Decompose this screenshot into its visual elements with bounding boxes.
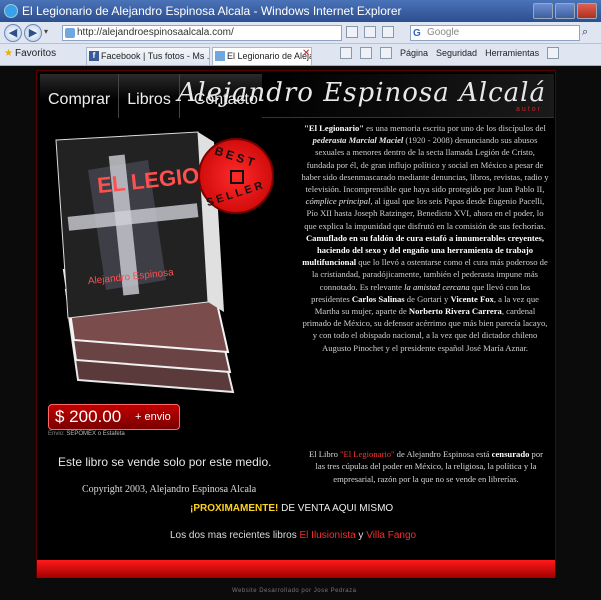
history-dropdown-icon[interactable]: ▾: [44, 27, 48, 36]
help-icon[interactable]: [547, 47, 560, 59]
page-icon: [215, 51, 225, 61]
desc-fox: Vicente Fox: [450, 293, 494, 304]
seal-emblem-icon: [230, 170, 244, 184]
forward-arrow-icon[interactable]: ▶: [24, 24, 42, 42]
star-icon: ★: [4, 48, 13, 59]
address-bar: ◀ ▶ ▾ http://alejandroespinosaalcala.com…: [0, 22, 601, 44]
tools-menu[interactable]: Herramientas: [485, 48, 539, 58]
link-el-ilusionista[interactable]: El Ilusionista: [300, 530, 356, 541]
search-input[interactable]: G Google: [410, 25, 580, 41]
internet-explorer-icon: [4, 4, 18, 18]
tab-label: Facebook | Tus fotos - Ms ...: [101, 51, 210, 61]
sold-here-text: Este libro se vende solo por este medio.: [58, 455, 272, 469]
footer-bar: [37, 560, 555, 578]
compatibility-icon[interactable]: [346, 26, 358, 38]
shipping-note: Envio: SEPOMEX o Estafeta: [48, 431, 125, 437]
censored-notice: El Libro "El Legionario" de Alejandro Es…: [306, 448, 546, 485]
desc-rivera: Norberto Rivera Carrera: [408, 306, 502, 317]
price-shipping-suffix: + envio: [135, 411, 171, 423]
nav-libros[interactable]: Libros: [119, 74, 180, 118]
recent-joiner: y: [355, 530, 367, 541]
coming-soon-bold: ¡PROXIMAMENTE!: [190, 503, 279, 514]
window-titlebar: El Legionario de Alejandro Espinosa Alca…: [0, 0, 601, 22]
close-window-button[interactable]: [577, 3, 597, 19]
url-text: http://alejandroespinosaalcala.com/: [77, 27, 234, 38]
censored-book-link[interactable]: "El Legionario": [340, 449, 395, 459]
shipping-prefix: Envio:: [48, 431, 65, 437]
recent-prefix: Los dos mas recientes libros: [170, 530, 300, 541]
refresh-icon[interactable]: [364, 26, 376, 38]
desc-accomplice: cómplice principal: [305, 196, 371, 207]
coming-soon-rest: DE VENTA AQUI MISMO: [278, 503, 394, 514]
tab-label: El Legionario de Alejand...: [227, 51, 311, 61]
desc-book-title: "El Legionario": [304, 123, 365, 133]
censored-bold: censurado: [491, 449, 530, 459]
site-header: Alejandro Espinosa Alcalá autor: [177, 74, 554, 118]
command-bar: Página Seguridad Herramientas: [340, 47, 560, 59]
nav-comprar[interactable]: Comprar: [40, 74, 120, 118]
page-menu[interactable]: Página: [400, 48, 428, 58]
url-input[interactable]: http://alejandroespinosaalcala.com/: [62, 25, 342, 41]
site-credit: Website Desarrollado por Jose Pedraza: [232, 588, 357, 594]
buy-price-button[interactable]: $ 200.00 + envio: [48, 404, 180, 430]
address-actions: [346, 26, 394, 38]
close-tab-icon[interactable]: ✕: [302, 48, 310, 59]
feeds-icon[interactable]: [360, 47, 372, 59]
maximize-button[interactable]: [555, 3, 575, 19]
tab-facebook[interactable]: f Facebook | Tus fotos - Ms ...: [86, 47, 210, 65]
copyright-text: Copyright 2003, Alejandro Espinosa Alcal…: [82, 484, 257, 495]
censored-text: de Alejandro Espinosa está: [394, 449, 492, 459]
desc-text: de Gortari y: [404, 293, 451, 304]
price-amount: $ 200.00: [55, 407, 122, 426]
shipping-carriers: SEPOMEX o Estafeta: [66, 431, 125, 437]
back-arrow-icon[interactable]: ◀: [4, 24, 22, 42]
print-icon[interactable]: [380, 47, 392, 59]
desc-salinas: Carlos Salinas: [351, 293, 405, 304]
window-controls: [533, 3, 597, 19]
page-icon: [65, 28, 75, 38]
favorites-button[interactable]: ★ Favoritos: [4, 48, 56, 59]
security-menu[interactable]: Seguridad: [436, 48, 477, 58]
brand-name: Alejandro Espinosa Alcalá: [177, 78, 546, 108]
home-icon[interactable]: [340, 47, 352, 59]
censored-text: El Libro: [308, 449, 341, 459]
facebook-icon: f: [89, 51, 99, 61]
best-seller-seal: BEST SELLER: [198, 138, 274, 214]
desc-text: es una memoria escrita por uno de los di…: [364, 123, 546, 133]
recent-books: Los dos mas recientes libros El Ilusioni…: [170, 530, 416, 541]
brand-tagline: autor: [516, 106, 542, 113]
coming-soon-text: ¡PROXIMAMENTE! DE VENTA AQUI MISMO: [190, 503, 393, 514]
search-placeholder: Google: [427, 27, 460, 38]
search-icon[interactable]: ⌕: [582, 26, 596, 40]
window-title: El Legionario de Alejandro Espinosa Alca…: [22, 4, 402, 18]
minimize-button[interactable]: [533, 3, 553, 19]
stop-icon[interactable]: [382, 26, 394, 38]
book-description: "El Legionario" es una memoria escrita p…: [301, 122, 549, 354]
favorites-label: Favoritos: [14, 48, 57, 59]
tab-el-legionario[interactable]: El Legionario de Alejand...: [212, 47, 312, 65]
desc-founder: pederasta Marcial Maciel: [312, 135, 404, 146]
google-icon: G: [413, 28, 421, 39]
desc-friendship: la amistad cercana: [404, 281, 470, 292]
link-villa-fango[interactable]: Villa Fango: [366, 530, 416, 541]
